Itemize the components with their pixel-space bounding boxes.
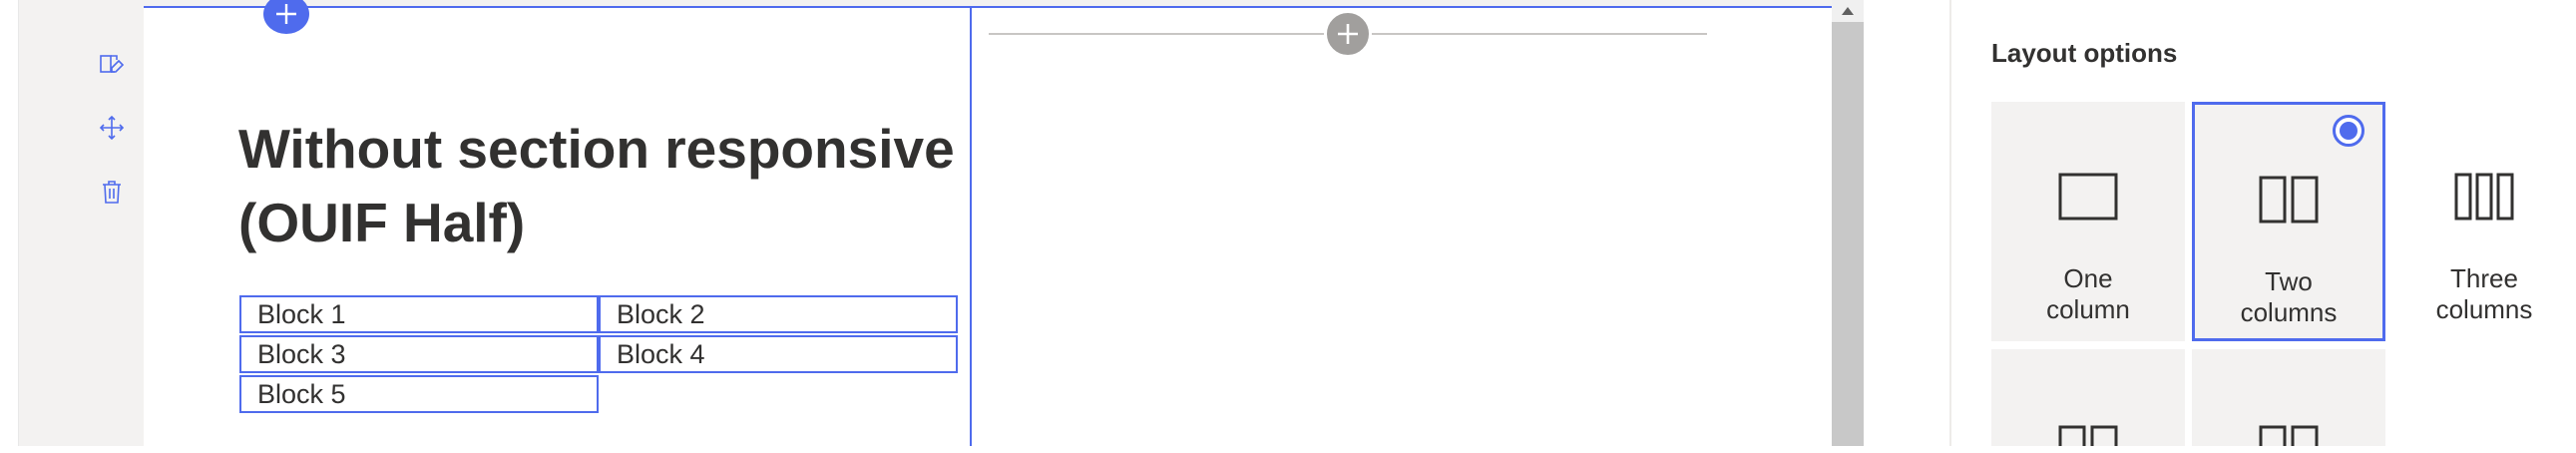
section-toolbar xyxy=(80,0,144,446)
option-label: Two columns xyxy=(2240,266,2338,327)
edit-section-button[interactable] xyxy=(94,46,130,82)
panel-edge xyxy=(1949,0,1951,446)
vertical-scrollbar[interactable] xyxy=(1832,0,1864,446)
edit-section-icon xyxy=(100,55,125,73)
block-5[interactable]: Block 5 xyxy=(239,375,599,413)
add-webpart-button[interactable] xyxy=(1324,10,1372,58)
one-column-layout-icon xyxy=(1991,167,2185,226)
right-column[interactable] xyxy=(973,8,1832,446)
move-section-button[interactable] xyxy=(94,110,130,146)
block-1[interactable]: Block 1 xyxy=(239,295,599,333)
section-heading[interactable]: Without section responsive (OUIF Half) xyxy=(238,112,967,259)
left-sidebar-layout-icon xyxy=(1991,423,2185,453)
scroll-up-button[interactable] xyxy=(1832,0,1864,22)
blocks-grid: Block 1 Block 2 Block 3 Block 4 Block 5 xyxy=(239,295,958,425)
delete-icon xyxy=(103,181,121,204)
selected-radio-indicator xyxy=(2333,115,2364,147)
left-column[interactable]: Without section responsive (OUIF Half) B… xyxy=(143,8,972,446)
triangle-up-icon xyxy=(1842,7,1854,15)
two-columns-layout-icon xyxy=(2195,170,2382,229)
panel-title: Layout options xyxy=(1991,38,2178,68)
layout-options-panel: Layout options One column Two columns Th… xyxy=(1864,0,2576,446)
block-4[interactable]: Block 4 xyxy=(599,335,958,373)
block-3[interactable]: Block 3 xyxy=(239,335,599,373)
layout-option-three-columns[interactable]: Three columns xyxy=(2392,102,2576,341)
layout-option-one-column[interactable]: One column xyxy=(1991,102,2185,341)
layout-option-two-columns[interactable]: Two columns xyxy=(2192,102,2385,341)
block-2[interactable]: Block 2 xyxy=(599,295,958,333)
right-sidebar-layout-icon xyxy=(2192,423,2385,453)
option-label: Three columns xyxy=(2435,263,2533,324)
plus-icon xyxy=(1338,24,1358,44)
option-label: One column xyxy=(2046,263,2130,324)
move-icon xyxy=(99,115,125,141)
three-columns-layout-icon xyxy=(2392,167,2576,226)
layout-option-left-sidebar[interactable] xyxy=(1991,349,2185,446)
layout-option-right-sidebar[interactable] xyxy=(2192,349,2385,446)
delete-section-button[interactable] xyxy=(94,174,130,210)
left-gutter xyxy=(0,0,19,446)
